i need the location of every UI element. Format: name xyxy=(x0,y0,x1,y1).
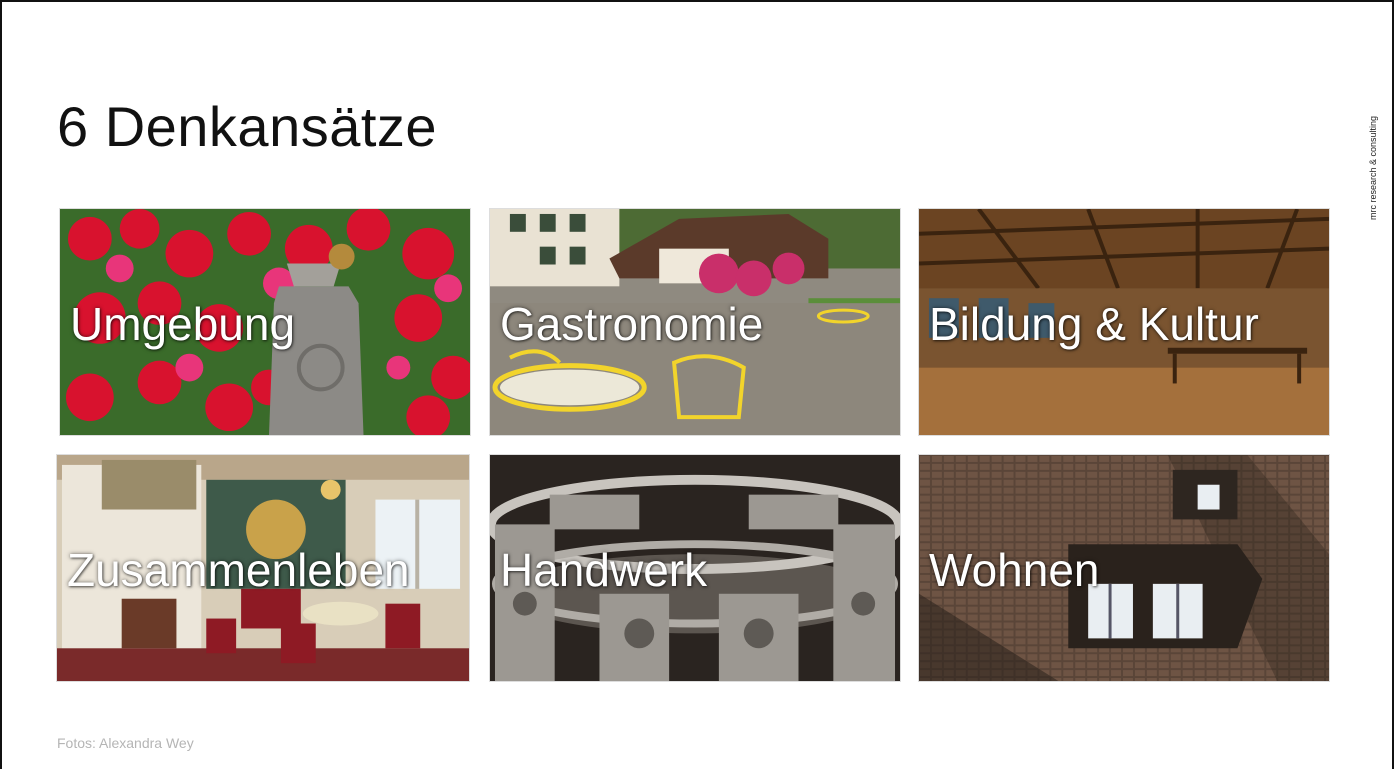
tile-zusammenleben[interactable]: Zusammenleben xyxy=(56,454,470,682)
tile-label-wohnen: Wohnen xyxy=(929,544,1100,596)
tile-label-bildung-kultur: Bildung & Kultur xyxy=(929,298,1259,350)
slide: 6 Denkansätze mrc research & consulting xyxy=(0,0,1394,769)
tile-label-umgebung: Umgebung xyxy=(70,298,296,350)
photo-credit: Fotos: Alexandra Wey xyxy=(57,735,194,751)
side-label-text: mrc research & consulting xyxy=(1368,115,1378,220)
slide-title: 6 Denkansätze xyxy=(57,95,438,158)
tile-label-handwerk: Handwerk xyxy=(500,544,708,596)
tile-handwerk[interactable]: Handwerk xyxy=(489,454,901,682)
tile-bildung-kultur[interactable]: Bildung & Kultur xyxy=(918,208,1330,436)
tile-label-gastronomie: Gastronomie xyxy=(500,298,764,350)
tile-gastronomie[interactable]: Gastronomie xyxy=(489,208,901,436)
tile-label-zusammenleben: Zusammenleben xyxy=(67,544,410,596)
tile-wohnen[interactable]: Wohnen xyxy=(918,454,1330,682)
side-label: mrc research & consulting xyxy=(1364,102,1384,222)
tile-umgebung[interactable]: Umgebung xyxy=(59,208,471,436)
